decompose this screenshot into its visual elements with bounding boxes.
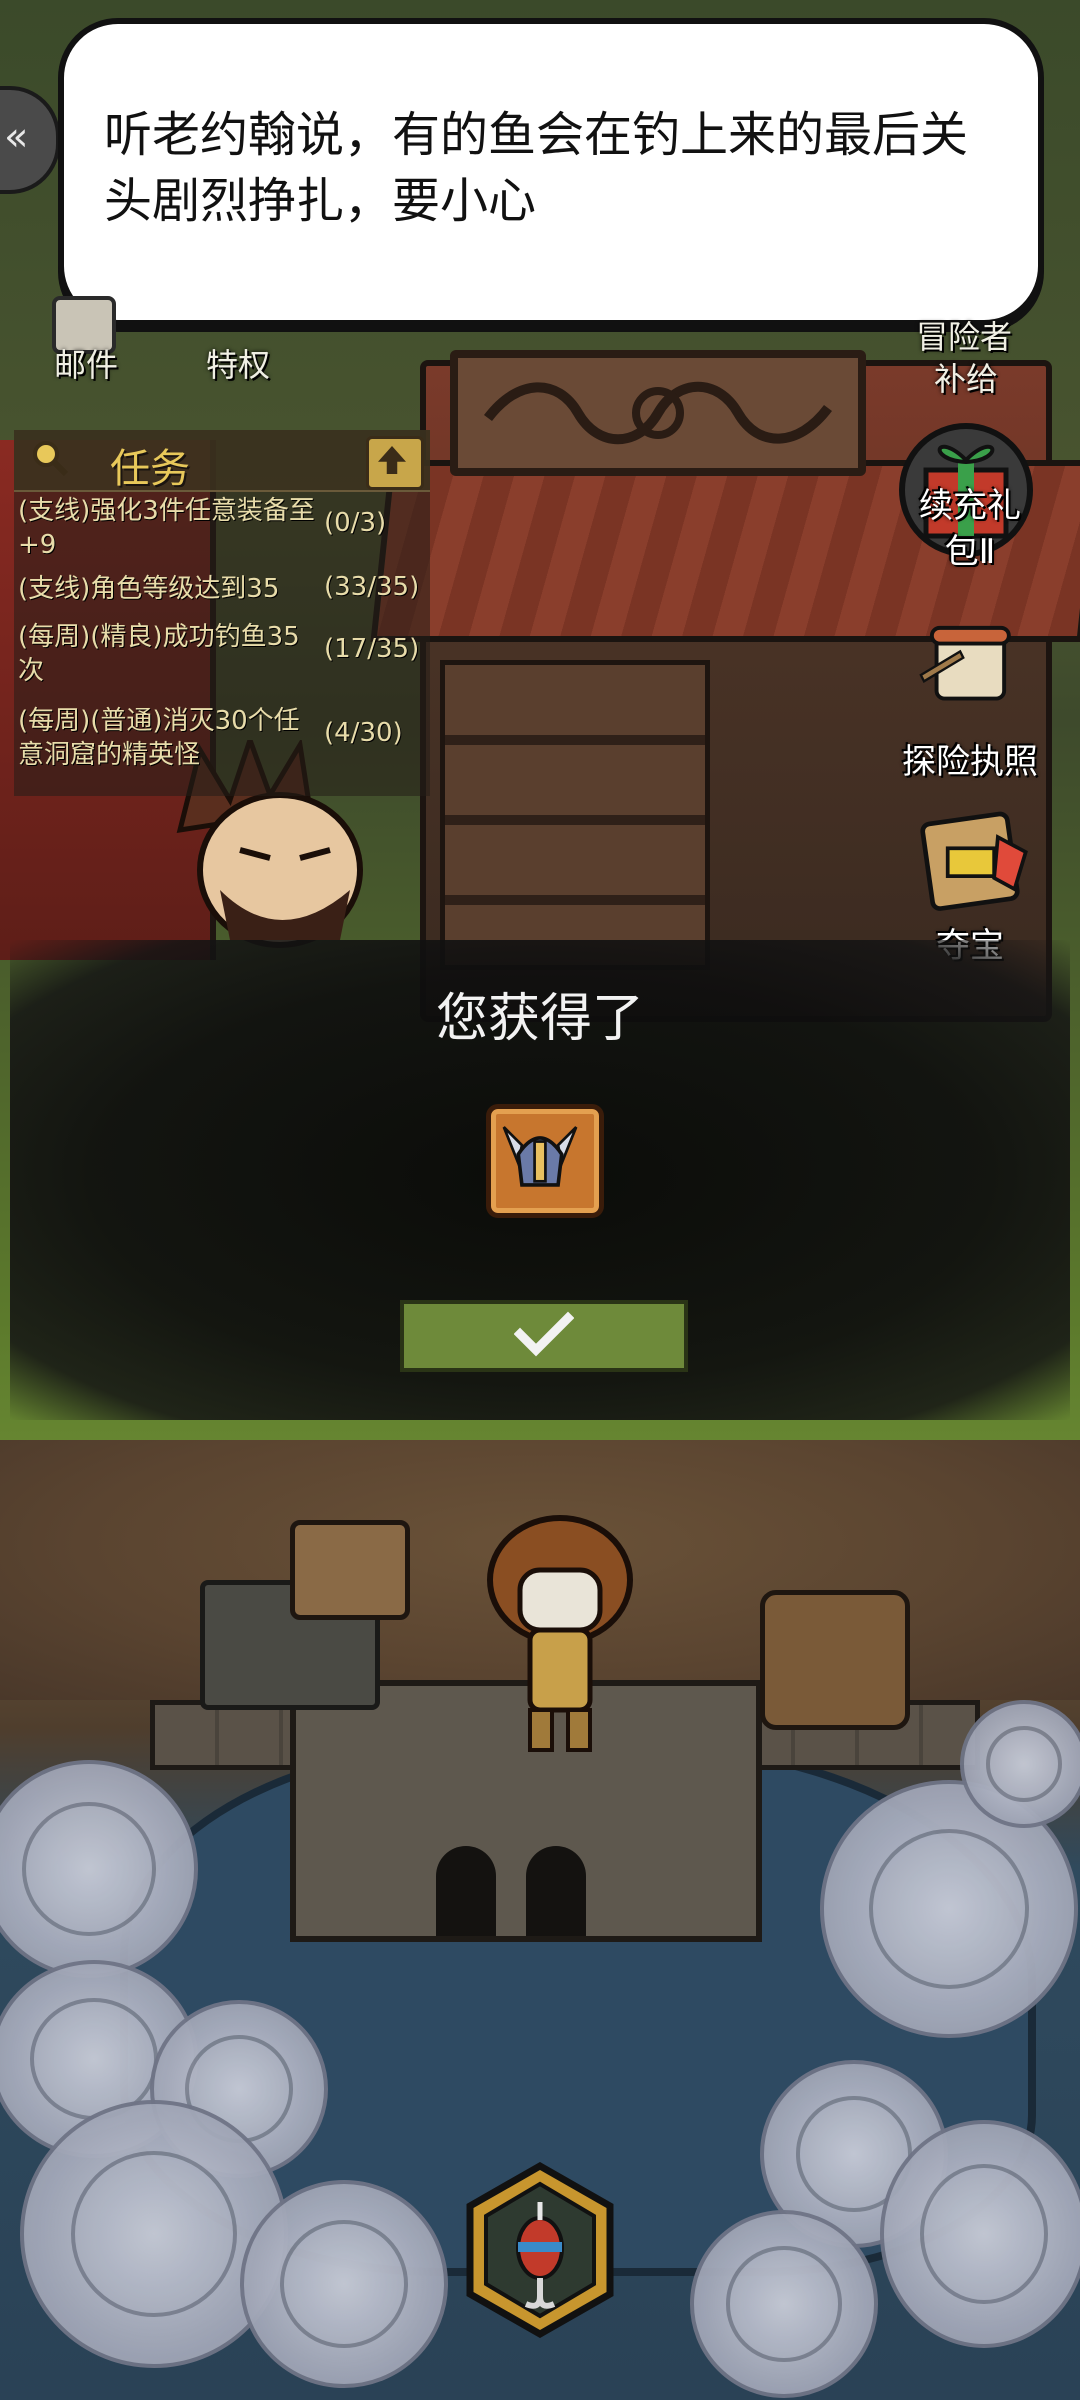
tower-arch <box>436 1846 496 1936</box>
adventurer-supply-label-line2[interactable]: 补给 <box>934 354 998 400</box>
dialog-text: 听老约翰说，有的鱼会在钓上来的最后关头剧烈挣扎，要小心 <box>104 107 969 229</box>
fog-cloud <box>690 2210 878 2398</box>
gift-pack-label-line1[interactable]: 续充礼 <box>900 484 1040 528</box>
fog-cloud <box>880 2120 1080 2348</box>
task-panel-header: 任务 <box>14 430 430 492</box>
task-text: (每周)(普通)消灭30个任意洞窟的精英怪 <box>18 706 300 770</box>
winged-helmet-icon <box>502 1126 578 1187</box>
treasure-box-icon <box>920 811 1028 911</box>
task-panel[interactable]: 任务 (支线)强化3件任意装备至+9 (0/3) (支线)角色等级达到35 (3… <box>14 430 430 796</box>
task-row[interactable]: (支线)强化3件任意装备至+9 (0/3) <box>18 494 428 564</box>
task-progress: (4/30) <box>324 718 403 748</box>
reward-popup-title: 您获得了 <box>435 989 644 1049</box>
tool-barrels[interactable] <box>760 1590 910 1730</box>
confirm-button[interactable] <box>400 1300 688 1372</box>
privilege-label[interactable]: 特权 <box>206 340 270 386</box>
gift-pack-label-line2[interactable]: 包Ⅱ <box>900 530 1040 574</box>
reward-item-slot[interactable] <box>486 1104 604 1218</box>
search-icon[interactable] <box>30 438 70 478</box>
fog-cloud <box>20 2100 288 2368</box>
task-text: (每周)(精良)成功钓鱼35次 <box>18 622 300 686</box>
arrow-up-icon <box>378 446 406 474</box>
fog-cloud <box>240 2180 448 2388</box>
double-chevron-left-icon: « <box>4 114 29 160</box>
treasure-hunt-button[interactable] <box>900 800 1040 940</box>
shop-shelf <box>440 660 710 970</box>
task-progress: (0/3) <box>324 508 387 538</box>
collapse-button[interactable] <box>366 436 424 490</box>
task-row[interactable]: (每周)(精良)成功钓鱼35次 (17/35) <box>18 620 428 690</box>
adventure-license-label[interactable]: 探险执照 <box>890 740 1050 784</box>
adventurer-supply-label-line1[interactable]: 冒险者 <box>916 312 1012 358</box>
fishing-button[interactable] <box>464 2161 616 2339</box>
shop-sign <box>450 350 866 476</box>
fishing-bobber-icon <box>466 2161 614 2339</box>
scroll-icon <box>919 625 1011 701</box>
treasure-chest[interactable] <box>290 1520 410 1620</box>
task-text: (支线)强化3件任意装备至+9 <box>18 496 315 560</box>
task-panel-title: 任务 <box>110 446 190 492</box>
player-character[interactable] <box>460 1500 660 1760</box>
mail-label[interactable]: 邮件 <box>54 340 118 386</box>
fog-cloud <box>960 1700 1080 1828</box>
npc-dialog-box[interactable]: 听老约翰说，有的鱼会在钓上来的最后关头剧烈挣扎，要小心 <box>58 18 1044 326</box>
task-row[interactable]: (支线)角色等级达到35 (33/35) <box>18 572 428 612</box>
task-text: (支线)角色等级达到35 <box>18 574 280 604</box>
task-progress: (33/35) <box>324 572 420 602</box>
tower-arch <box>526 1846 586 1936</box>
checkmark-icon <box>514 1311 574 1357</box>
adventure-license-button[interactable] <box>898 620 1038 760</box>
task-progress: (17/35) <box>324 634 420 664</box>
task-row[interactable]: (每周)(普通)消灭30个任意洞窟的精英怪 (4/30) <box>18 704 428 774</box>
